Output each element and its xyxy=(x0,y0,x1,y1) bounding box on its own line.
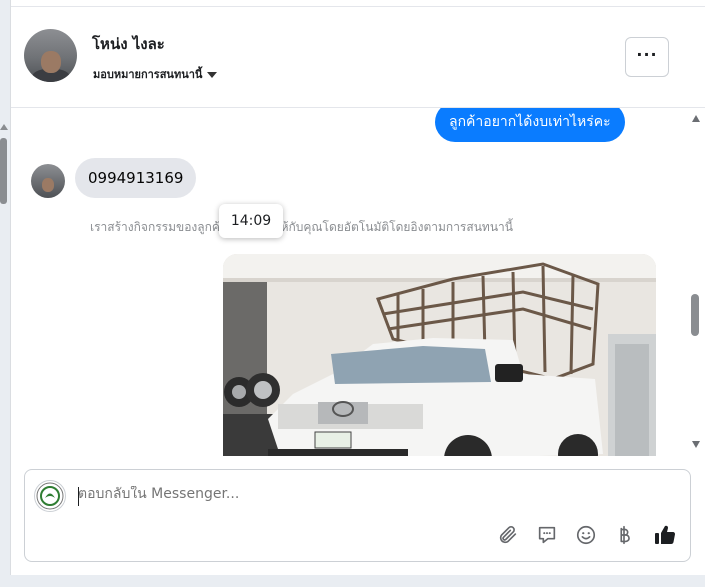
like-button[interactable] xyxy=(652,522,678,548)
text-cursor xyxy=(78,487,79,506)
page-avatar xyxy=(34,480,66,512)
incoming-message[interactable]: 0994913169 xyxy=(75,158,197,198)
assign-label: มอบหมายการสนทนานี้ xyxy=(93,68,203,81)
caret-down-icon xyxy=(207,72,218,78)
attach-button[interactable] xyxy=(495,522,521,548)
contact-name[interactable]: โหน่ง ไงละ xyxy=(92,32,165,56)
truck-photo-attachment[interactable] xyxy=(223,254,656,456)
assign-conversation-dropdown[interactable]: มอบหมายการสนทนานี้ xyxy=(93,65,218,83)
more-options-button[interactable]: ··· xyxy=(625,37,669,77)
page-logo-icon xyxy=(36,482,64,510)
truck-photo-image xyxy=(223,254,656,456)
reply-composer xyxy=(24,469,691,562)
sender-avatar[interactable] xyxy=(31,164,65,198)
system-note: เราสร้างกิจกรรมของลูกค้าเป้าหมายให้กับคุ… xyxy=(90,220,513,234)
emoji-button[interactable] xyxy=(573,522,599,548)
thumbs-up-icon xyxy=(655,525,676,545)
timestamp-tooltip: 14:09 xyxy=(219,204,283,238)
left-scrollbar-thumb[interactable] xyxy=(0,138,7,204)
conversation-header: โหน่ง ไงละ มอบหมายการสนทนานี้ ··· xyxy=(11,7,705,108)
smiley-icon xyxy=(576,525,596,545)
scroll-down-arrow-icon[interactable] xyxy=(692,441,700,448)
outgoing-message[interactable]: ลูกค้าอยากได้งบเท่าไหร่คะ xyxy=(435,108,625,142)
baht-icon xyxy=(620,525,630,545)
conversation-panel: โหน่ง ไงละ มอบหมายการสนทนานี้ ··· ลูกค้า… xyxy=(10,0,705,575)
reply-input[interactable] xyxy=(78,486,498,502)
thread-scrollbar[interactable] xyxy=(689,108,703,456)
contact-avatar[interactable] xyxy=(24,29,77,82)
left-scroll-up-arrow-icon[interactable] xyxy=(0,124,8,130)
speech-bubble-icon xyxy=(538,526,556,544)
scroll-up-arrow-icon[interactable] xyxy=(692,115,700,122)
saved-replies-button[interactable] xyxy=(534,522,560,548)
payment-button[interactable] xyxy=(611,522,637,548)
paperclip-icon xyxy=(499,525,517,544)
scrollbar-thumb[interactable] xyxy=(691,294,699,336)
left-scrollbar[interactable] xyxy=(0,124,8,204)
message-thread: ลูกค้าอยากได้งบเท่าไหร่คะ 0994913169 เรา… xyxy=(11,108,694,456)
